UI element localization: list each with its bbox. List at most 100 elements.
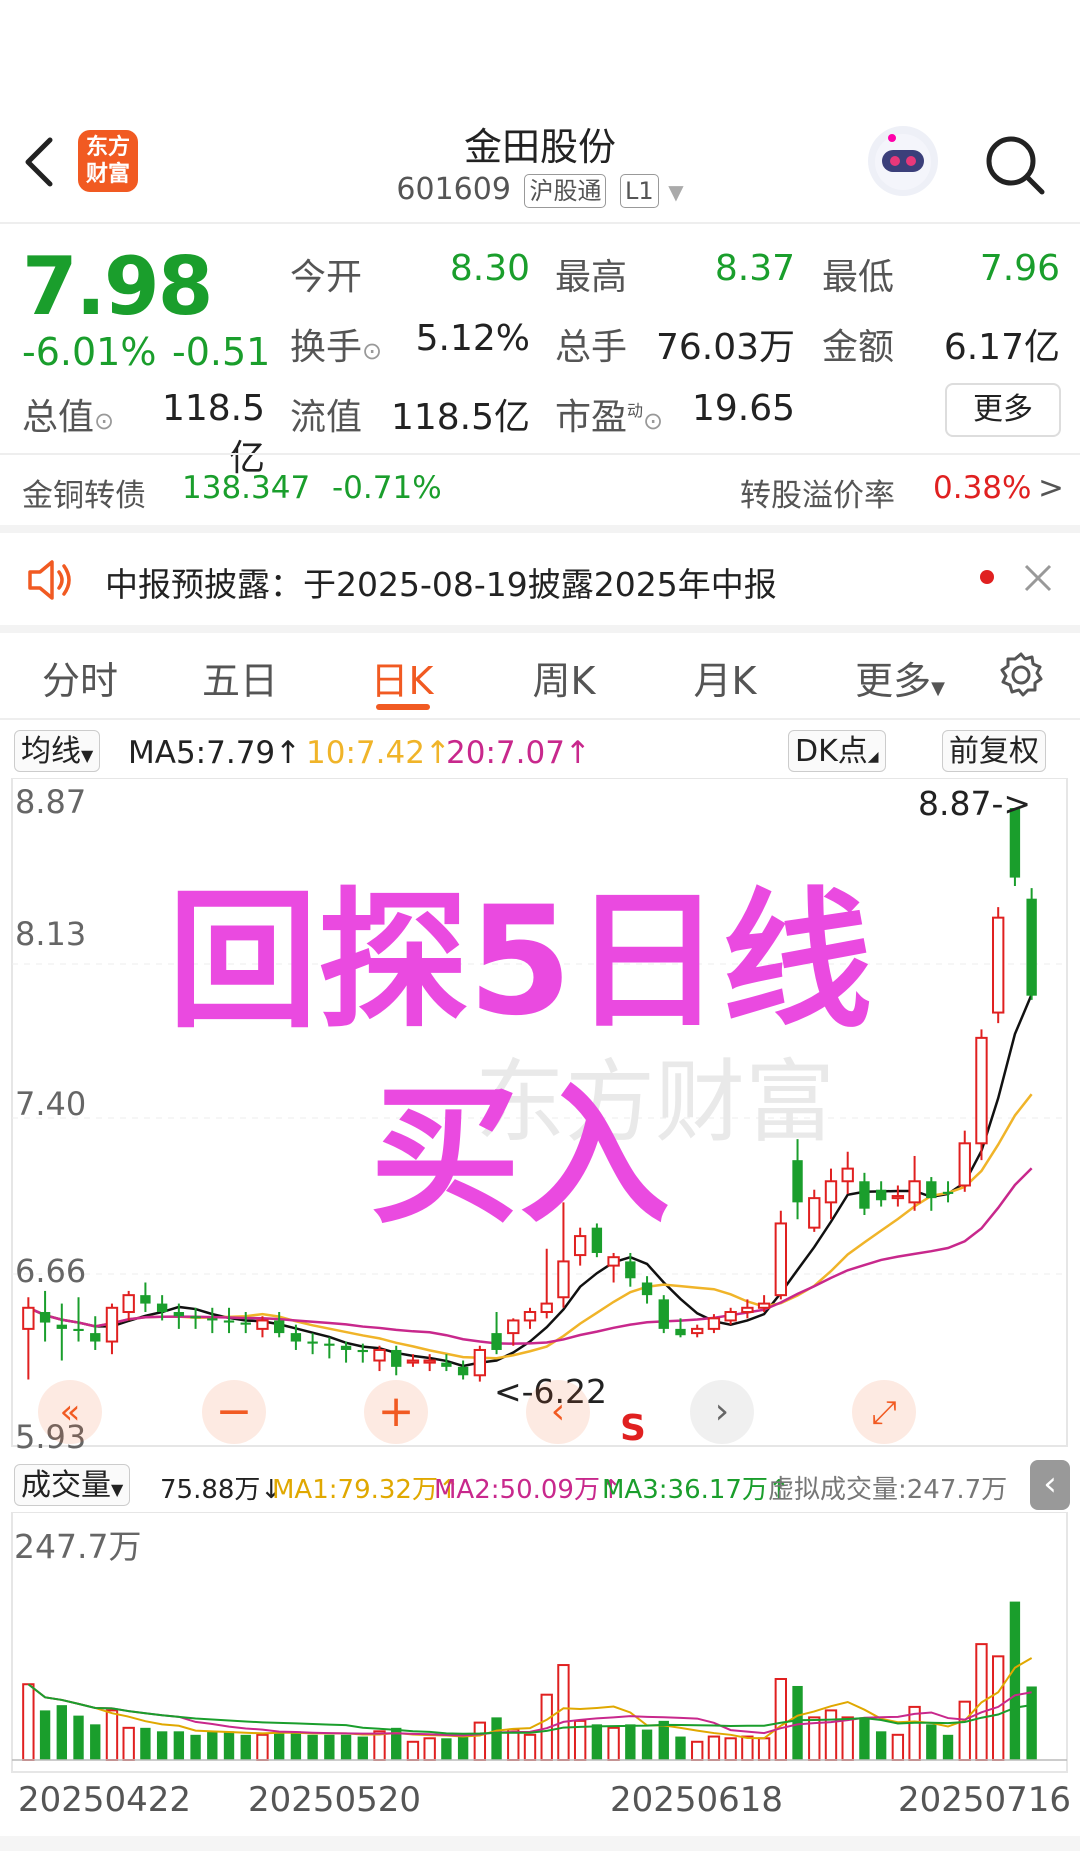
current-price: 7.98 <box>22 240 213 333</box>
volume-value: 76.03万 <box>655 327 795 368</box>
candle-up <box>707 1317 721 1330</box>
float-label: 流值 <box>290 397 363 438</box>
bond-change: -0.71% <box>332 470 442 506</box>
candle-down <box>156 1303 168 1313</box>
candle-down <box>441 1362 452 1367</box>
turnover-label[interactable]: 换手⊙ <box>290 318 382 370</box>
volume-bar <box>707 1735 721 1761</box>
volume-bar <box>824 1709 838 1761</box>
collapse-panel-icon[interactable]: ‹ <box>1030 1460 1070 1510</box>
volume-bar <box>691 1740 704 1762</box>
ma10-value: 10:7.42↑ <box>306 735 451 771</box>
candle-down <box>675 1328 686 1336</box>
volume-bar <box>891 1733 905 1762</box>
premium-label: 转股溢价率 <box>740 478 895 514</box>
tab-more[interactable]: 更多▼ <box>830 650 970 705</box>
overlay-subline: 买入 <box>369 1070 670 1244</box>
assistant-robot-icon[interactable] <box>868 126 938 196</box>
virtual-volume: 虚拟成交量:247.7万 <box>768 1475 1008 1505</box>
date-label: 20250520 <box>248 1780 422 1820</box>
volume-bars <box>22 1601 1037 1762</box>
rewind-icon[interactable]: « <box>38 1380 102 1444</box>
dk-point-button[interactable]: DK点◢ <box>788 730 886 772</box>
candle-down <box>39 1312 51 1323</box>
vol-ma1: MA1:79.32万↑ <box>272 1475 460 1505</box>
volume-bar <box>223 1731 235 1760</box>
candle-up <box>741 1306 754 1314</box>
more-button[interactable]: 更多 <box>945 383 1061 437</box>
dropdown-caret-icon: ▼ <box>111 1480 124 1499</box>
volume-bar <box>256 1733 269 1762</box>
speaker-icon <box>28 560 71 600</box>
volume-bar <box>942 1734 954 1760</box>
volume-bar <box>340 1734 352 1760</box>
convertible-bond-row[interactable]: 金铜转债 138.347 -0.71% 转股溢价率 0.38% > <box>0 460 1080 520</box>
high-marker: 8.87-> <box>918 784 1032 823</box>
tab-daily-k[interactable]: 日K <box>342 650 462 705</box>
divider <box>0 718 1080 720</box>
volume-bar <box>607 1726 620 1762</box>
volume-bar <box>926 1724 937 1760</box>
candle-down <box>273 1320 285 1334</box>
volume-bar <box>324 1734 335 1760</box>
candle-down <box>56 1324 67 1329</box>
candle-up <box>540 1302 553 1314</box>
active-tab-indicator <box>376 704 430 710</box>
volume-bar <box>859 1717 870 1760</box>
tab-five-day[interactable]: 五日 <box>180 650 300 705</box>
volume-bar <box>774 1677 788 1762</box>
date-label: 20250716 <box>898 1780 1072 1820</box>
gear-icon[interactable] <box>996 650 1046 700</box>
price-axis-label: 6.66 <box>15 1252 87 1290</box>
fullscreen-icon[interactable]: ⤢ <box>852 1380 916 1444</box>
premium-value: 0.38% <box>933 470 1032 506</box>
date-label: 20250618 <box>610 1780 784 1820</box>
candle-up <box>523 1311 537 1322</box>
ma20-value: 20:7.07↑ <box>446 735 591 771</box>
zoom-out-icon[interactable]: − <box>202 1380 266 1444</box>
ma-selector[interactable]: 均线▼ <box>14 730 101 772</box>
notice-bar[interactable]: 中报预披露：于2025-08-19披露2025年中报 <box>0 530 1080 625</box>
next-icon[interactable]: › <box>690 1380 754 1444</box>
candle-up <box>122 1294 135 1314</box>
volume-axis-label: 247.7万 <box>14 1527 142 1566</box>
ma-indicator-row: 均线▼ MA5:7.79↑ 10:7.42↑ 20:7.07↑ DK点◢ 前复权 <box>0 725 1080 777</box>
close-icon[interactable] <box>1022 562 1054 594</box>
adjust-button[interactable]: 前复权 <box>942 730 1046 772</box>
zoom-in-icon[interactable]: + <box>364 1380 428 1444</box>
pe-label[interactable]: 市盈动⊙ <box>555 388 663 440</box>
candle-down <box>357 1349 368 1353</box>
prev-icon[interactable]: ‹ <box>526 1380 590 1444</box>
candle-down <box>324 1343 335 1346</box>
volume-bar <box>290 1731 302 1760</box>
tab-monthly-k[interactable]: 月K <box>665 650 785 705</box>
tab-intraday[interactable]: 分时 <box>20 650 140 705</box>
volume-bar <box>441 1738 452 1760</box>
volume-chart[interactable] <box>0 1512 1080 1774</box>
turnover-value: 5.12% <box>415 318 530 359</box>
section-gap <box>0 625 1080 633</box>
volume-value: 75.88万↓ <box>160 1475 283 1505</box>
volume-indicator-row: 成交量▼ 75.88万↓ MA1:79.32万↑ MA2:50.09万↑ MA3… <box>0 1460 1080 1510</box>
float-value: 118.5亿 <box>390 397 530 438</box>
vol-ma2: MA2:50.09万↑ <box>434 1475 622 1505</box>
stock-code: 601609 <box>396 172 511 207</box>
volume-bar <box>1026 1686 1037 1760</box>
search-icon[interactable] <box>980 130 1050 200</box>
volume-selector[interactable]: 成交量▼ <box>14 1464 131 1506</box>
candle-up <box>557 1260 570 1299</box>
volume-bar <box>507 1728 520 1761</box>
volume-bar <box>190 1734 201 1760</box>
volume-bar <box>39 1710 51 1760</box>
volume-bar <box>591 1724 603 1760</box>
sell-signal: S <box>620 1408 646 1449</box>
divider <box>0 222 1080 224</box>
candle-up <box>507 1319 520 1335</box>
vol-ma3: MA3:36.17万↑ <box>602 1475 790 1505</box>
candle-up <box>22 1306 35 1330</box>
tab-weekly-k[interactable]: 周K <box>504 650 624 705</box>
price-axis-label: 8.87 <box>15 783 87 821</box>
high-value: 8.37 <box>714 248 795 289</box>
volume-bar <box>1009 1601 1021 1760</box>
mktcap-label[interactable]: 总值⊙ <box>22 388 114 440</box>
